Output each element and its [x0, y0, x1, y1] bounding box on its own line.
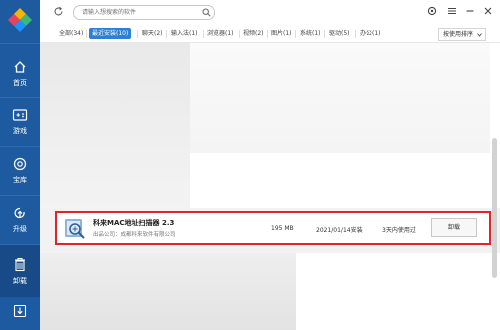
tab-driver[interactable]: 驱动(5)	[326, 28, 353, 39]
tab-all[interactable]: 全部(34)	[56, 28, 86, 39]
search-input[interactable]	[82, 7, 192, 18]
sidebar-item-label: 卸载	[13, 276, 27, 285]
sidebar-item-label: 宝库	[13, 176, 27, 184]
sidebar-item-label: 首页	[13, 79, 27, 87]
sidebar-item-games[interactable]: 游戏	[0, 98, 40, 146]
tab-divider	[295, 30, 296, 38]
search-box	[73, 5, 215, 20]
sort-dropdown[interactable]: 按使用排序	[438, 28, 486, 41]
close-icon[interactable]	[482, 5, 494, 17]
sidebar-item-home[interactable]: 首页	[0, 50, 40, 98]
refresh-icon[interactable]	[53, 6, 64, 17]
tab-office[interactable]: 办公(1)	[357, 28, 384, 39]
home-icon	[14, 61, 26, 73]
gamepad-icon	[12, 109, 28, 121]
upgrade-icon	[14, 207, 25, 219]
install-date: 2021/01/14安装	[316, 227, 363, 234]
trash-icon	[15, 257, 25, 271]
category-tabs: 全部(34) 最近安装(10) 聊天(2) 输入法(1) 浏览器(1) 视频(2…	[40, 24, 500, 43]
app-list: 科来MAC地址扫描器 2.3 出品公司：成都科来软件有限公司 195 MB 20…	[40, 43, 500, 330]
tab-divider	[137, 30, 138, 38]
sidebar-item-label: 游戏	[13, 127, 27, 135]
sidebar-divider	[0, 43, 40, 44]
sidebar-item-download[interactable]	[0, 298, 40, 328]
app-name: 科来MAC地址扫描器 2.3	[93, 219, 175, 227]
tab-input-method[interactable]: 输入法(1)	[168, 28, 201, 39]
minimize-icon[interactable]	[464, 5, 476, 17]
tab-divider	[355, 30, 356, 38]
table-row[interactable]: 科来MAC地址扫描器 2.3 出品公司：成都科来软件有限公司 195 MB 20…	[55, 211, 491, 245]
sidebar: 首页 游戏 宝库 升级 卸载	[0, 0, 40, 330]
settings-icon[interactable]	[426, 5, 438, 17]
scrollbar-thumb[interactable]	[492, 138, 497, 278]
app-icon	[65, 219, 85, 239]
app-logo-icon	[8, 8, 32, 32]
chevron-down-icon	[477, 33, 482, 37]
tab-divider	[166, 30, 167, 38]
tab-divider	[324, 30, 325, 38]
app-publisher: 出品公司：成都科来软件有限公司	[93, 232, 176, 238]
tab-divider	[86, 30, 87, 38]
sort-label: 按使用排序	[443, 31, 474, 38]
menu-icon[interactable]	[446, 5, 458, 17]
treasure-icon	[13, 157, 27, 171]
tab-chat[interactable]: 聊天(2)	[139, 28, 166, 39]
tab-system[interactable]: 系统(1)	[297, 28, 324, 39]
obscured-region	[40, 43, 190, 208]
obscured-region	[40, 253, 296, 330]
title-bar	[40, 0, 500, 24]
uninstall-button[interactable]: 卸载	[431, 218, 477, 237]
download-icon	[13, 304, 27, 318]
sidebar-item-uninstall[interactable]: 卸载	[0, 245, 40, 297]
tab-browser[interactable]: 浏览器(1)	[204, 28, 237, 39]
tab-recent[interactable]: 最近安装(10)	[89, 28, 132, 39]
usage-status: 3天内使用过	[382, 227, 416, 234]
search-icon[interactable]	[202, 8, 211, 17]
obscured-region	[190, 43, 490, 153]
sidebar-item-upgrade[interactable]: 升级	[0, 196, 40, 244]
tab-image[interactable]: 图片(1)	[268, 28, 295, 39]
app-size: 195 MB	[271, 225, 294, 232]
sidebar-item-label: 升级	[13, 225, 27, 233]
sidebar-item-treasure[interactable]: 宝库	[0, 147, 40, 195]
tab-video[interactable]: 视频(2)	[240, 28, 267, 39]
